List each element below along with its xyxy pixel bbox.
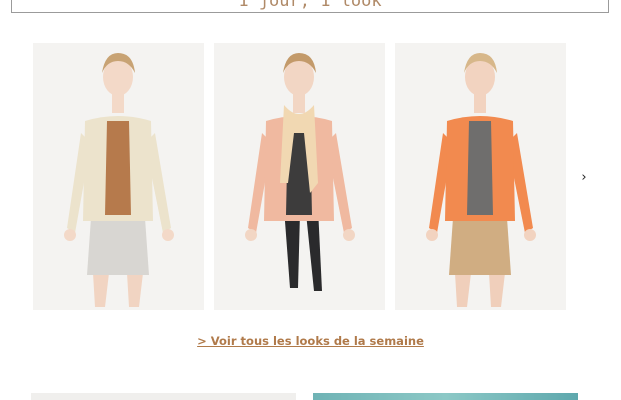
left-hand xyxy=(64,229,76,241)
section-title-box: 1 jour, 1 look xyxy=(11,0,609,13)
promo-banner-right[interactable] xyxy=(313,393,578,400)
right-hand xyxy=(162,229,174,241)
look-beige-cardigan-icon xyxy=(64,53,174,307)
left-hand xyxy=(245,229,257,241)
look-photo-1[interactable] xyxy=(33,43,204,310)
section-title: 1 jour, 1 look xyxy=(238,0,382,11)
left-leg xyxy=(93,273,109,307)
look-pink-cardigan-scarf-icon xyxy=(245,53,355,291)
right-hand xyxy=(524,229,536,241)
left-leg xyxy=(455,273,471,307)
look-photo-3[interactable] xyxy=(395,43,566,310)
carousel-next-button[interactable]: › xyxy=(577,170,591,186)
see-all-looks: > Voir tous les looks de la semaine xyxy=(0,330,621,349)
right-leg xyxy=(489,273,505,307)
right-hand xyxy=(343,229,355,241)
chevron-right-icon: › xyxy=(581,170,587,185)
skirt xyxy=(87,218,149,275)
left-hand xyxy=(426,229,438,241)
look-orange-cardigan-icon xyxy=(426,53,536,307)
right-leg xyxy=(127,273,143,307)
see-all-looks-link[interactable]: > Voir tous les looks de la semaine xyxy=(197,334,424,348)
inner-top xyxy=(105,121,131,215)
promo-banner-left[interactable] xyxy=(31,393,296,400)
inner-top xyxy=(467,121,493,215)
look-photo-2[interactable] xyxy=(214,43,385,310)
page: 1 jour, 1 look › > Voir tous les looks d… xyxy=(0,0,621,400)
skirt xyxy=(449,218,511,275)
